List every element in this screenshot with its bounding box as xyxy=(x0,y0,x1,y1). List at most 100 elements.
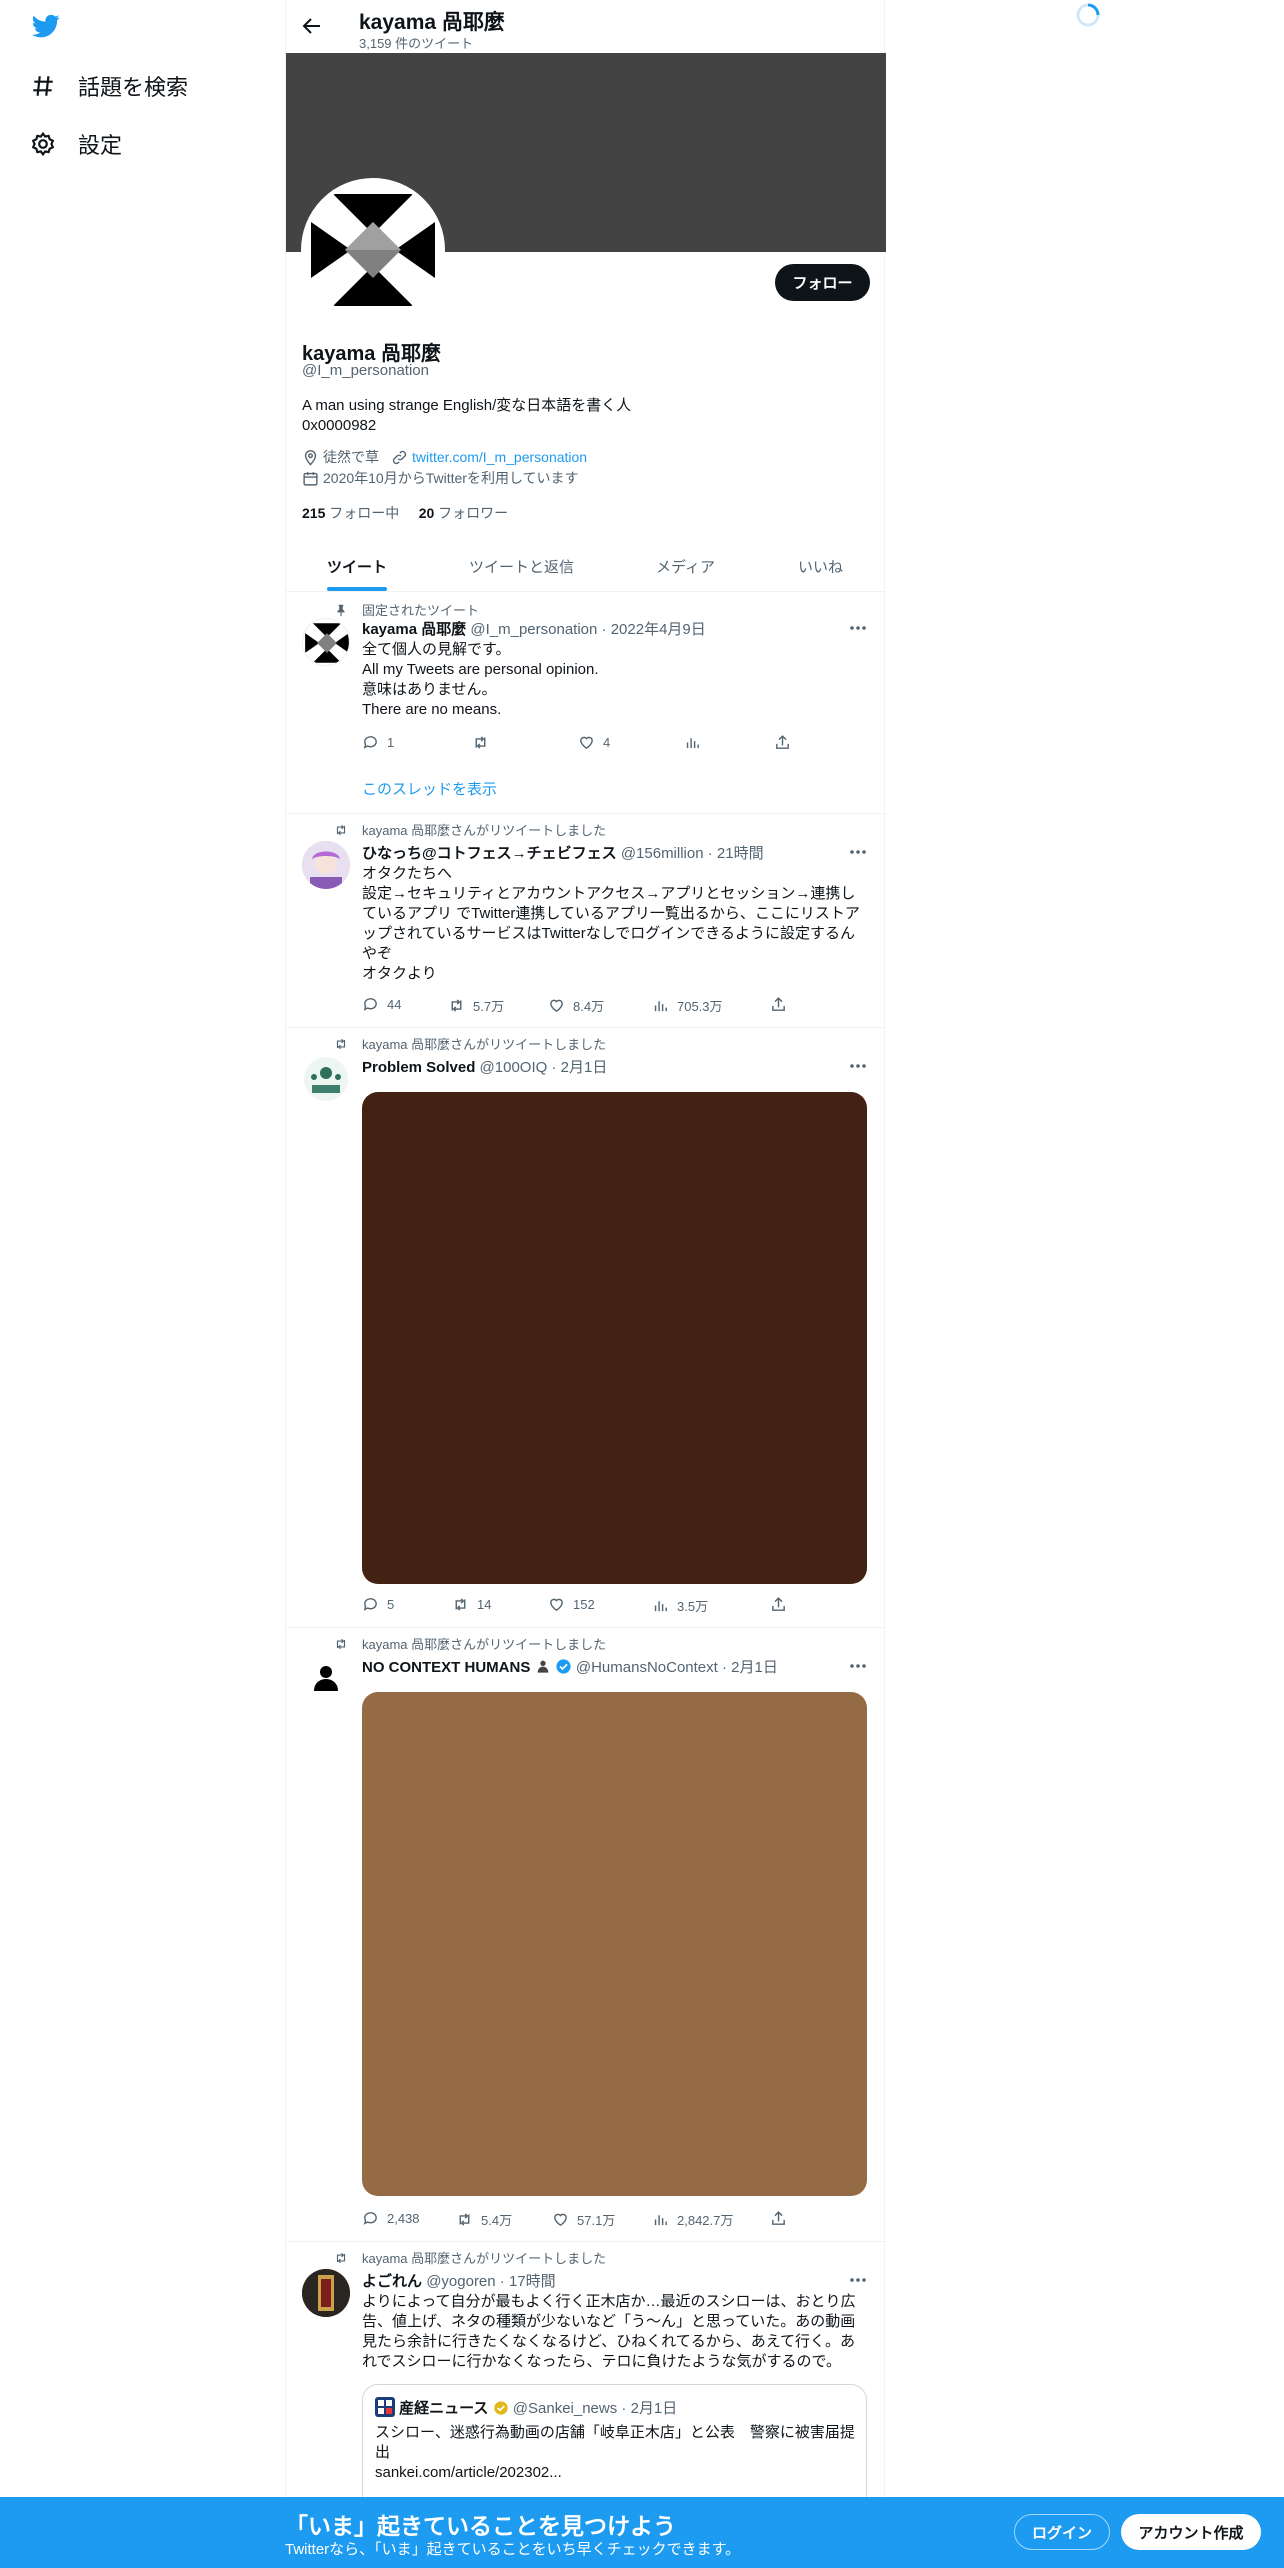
like-button[interactable]: 57.1万 xyxy=(552,2210,615,2229)
avatar[interactable] xyxy=(302,1055,350,1103)
tweet-retweet[interactable]: kayama 咼耶麼さんがリツイートしました ひなっち@コトフェス→チェビフェス… xyxy=(286,814,886,1028)
tweet-retweet[interactable]: kayama 咼耶麼さんがリツイートしました Problem Solved @1… xyxy=(286,1028,886,1628)
more-options-icon[interactable] xyxy=(848,1056,868,1076)
tweet-media[interactable] xyxy=(362,1692,867,2196)
reply-button[interactable]: 2,438 xyxy=(362,2210,420,2227)
share-button[interactable] xyxy=(770,996,787,1013)
signup-bottom-bar: 「いま」起きていることを見つけよう Twitterなら、「いま」起きていることを… xyxy=(0,2497,1284,2568)
tweet-text-line: 意味はありません。 xyxy=(362,681,497,698)
tweet-actions: 1 4 xyxy=(362,734,802,754)
more-options-icon[interactable] xyxy=(848,618,868,638)
tweet-context: kayama 咼耶麼さんがリツイートしました xyxy=(336,1634,606,1653)
tweet-author-name[interactable]: ひなっち@コトフェス→チェビフェス xyxy=(362,845,617,862)
tweet-author-name[interactable]: kayama 咼耶麼 xyxy=(362,621,466,638)
like-count: 152 xyxy=(573,1597,595,1612)
like-button[interactable]: 4 xyxy=(578,734,610,751)
heart-icon xyxy=(580,736,593,750)
views-button[interactable] xyxy=(684,734,709,751)
profile-avatar[interactable] xyxy=(301,178,445,322)
nav-explore[interactable]: 話題を検索 xyxy=(30,66,188,106)
following-link[interactable]: 215 フォロー中 xyxy=(302,505,399,521)
views-button[interactable]: 2,842.7万 xyxy=(652,2210,733,2229)
like-button[interactable]: 152 xyxy=(548,1596,595,1613)
tweet-header: kayama 咼耶麼 @I_m_personation · 2022年4月9日 xyxy=(362,618,706,639)
tweet-author-handle[interactable]: @100OIQ xyxy=(480,1059,548,1076)
retweet-button[interactable] xyxy=(472,734,497,751)
tweet-pinned[interactable]: 固定されたツイート kayama 咼耶麼 @I_m_personation · … xyxy=(286,592,886,814)
retweet-button[interactable]: 5.4万 xyxy=(456,2210,512,2229)
followers-link[interactable]: 20 フォロワー xyxy=(419,505,508,521)
tab-tweets-and-replies[interactable]: ツイートと返信 xyxy=(469,540,574,592)
like-count: 8.4万 xyxy=(573,999,605,1014)
follow-button[interactable]: フォロー xyxy=(775,264,870,301)
more-options-icon[interactable] xyxy=(848,1656,868,1676)
tweet-header: ひなっち@コトフェス→チェビフェス @156million · 21時間 xyxy=(362,842,764,863)
tab-likes[interactable]: いいね xyxy=(798,540,843,592)
tab-media[interactable]: メディア xyxy=(656,540,715,592)
tweet-author-name[interactable]: Problem Solved xyxy=(362,1059,475,1076)
verified-gold-badge-icon xyxy=(493,2401,508,2415)
show-thread-link[interactable]: このスレッドを表示 xyxy=(362,778,497,799)
retweet-icon xyxy=(451,999,462,1012)
profile-handle: @I_m_personation xyxy=(302,362,429,379)
back-arrow-icon[interactable] xyxy=(300,14,324,38)
tweet-author-handle[interactable]: @yogoren xyxy=(426,2273,495,2290)
retweet-button[interactable]: 14 xyxy=(452,1596,491,1613)
retweet-button[interactable]: 5.7万 xyxy=(448,996,504,1015)
share-button[interactable] xyxy=(770,1596,787,1613)
tweet-header: Problem Solved @100OIQ · 2月1日 xyxy=(362,1056,607,1077)
tweet-time[interactable]: · 21時間 xyxy=(708,845,764,862)
more-options-icon[interactable] xyxy=(848,2270,868,2290)
avatar[interactable] xyxy=(302,1655,350,1703)
tweet-text: 全て個人の見解です。 All my Tweets are personal op… xyxy=(362,640,867,720)
tweet-author-name[interactable]: よごれん xyxy=(362,2273,422,2290)
tweet-context: kayama 咼耶麼さんがリツイートしました xyxy=(336,2248,607,2267)
tweet-time[interactable]: · 2022年4月9日 xyxy=(602,621,706,638)
tweet-actions: 2,438 5.4万 57.1万 2,842.7万 xyxy=(362,2210,802,2230)
avatar[interactable] xyxy=(302,618,350,666)
twitter-logo-icon[interactable] xyxy=(30,12,66,44)
reply-count: 2,438 xyxy=(387,2211,420,2226)
tweet-text-line: オタクより xyxy=(362,965,437,982)
tweet-time[interactable]: · 17時間 xyxy=(500,2273,556,2290)
tweet-context-label: kayama 咼耶麼さんがリツイートしました xyxy=(362,2251,607,2266)
reply-button[interactable]: 5 xyxy=(362,1596,394,1613)
share-button[interactable] xyxy=(774,734,791,751)
left-navigation: 話題を検索 設定 xyxy=(0,0,285,2568)
analytics-icon xyxy=(654,1601,667,1612)
tweet-time[interactable]: · 2月1日 xyxy=(551,1059,607,1076)
quote-author-handle: @Sankei_news xyxy=(512,2400,618,2417)
tweet-text-line: よりによって自分が最もよく行く正木店か…最近のスシローは、おとり広 xyxy=(362,2293,856,2310)
quote-link[interactable]: sankei.com/article/202302... xyxy=(375,2463,855,2483)
view-count: 2,842.7万 xyxy=(677,2213,734,2228)
reply-button[interactable]: 1 xyxy=(362,734,394,751)
tweet-time[interactable]: · 2月1日 xyxy=(722,1659,778,1676)
more-options-icon[interactable] xyxy=(848,842,868,862)
tab-tweets[interactable]: ツイート xyxy=(327,540,387,592)
like-button[interactable]: 8.4万 xyxy=(548,996,604,1015)
tweet-media[interactable] xyxy=(362,1092,867,1584)
tweet-author-handle[interactable]: @156million xyxy=(621,845,704,862)
signup-button[interactable]: アカウント作成 xyxy=(1121,2514,1261,2550)
profile-joined: 2020年10月からTwitterを利用しています xyxy=(323,470,579,486)
tweet-author-name[interactable]: NO CONTEXT HUMANS xyxy=(362,1659,530,1676)
share-button[interactable] xyxy=(770,2210,787,2227)
nav-settings[interactable]: 設定 xyxy=(30,124,122,164)
quote-time: · 2月1日 xyxy=(621,2400,678,2417)
avatar[interactable] xyxy=(302,841,350,889)
tweet-author-handle[interactable]: @HumansNoContext xyxy=(576,1659,718,1676)
tweet-author-handle[interactable]: @I_m_personation xyxy=(470,621,597,638)
profile-website-link[interactable]: twitter.com/I_m_personation xyxy=(412,449,587,465)
views-button[interactable]: 3.5万 xyxy=(652,1596,708,1615)
views-button[interactable]: 705.3万 xyxy=(652,996,723,1015)
avatar[interactable] xyxy=(302,2269,350,2317)
link-icon xyxy=(392,450,407,464)
login-button[interactable]: ログイン xyxy=(1014,2514,1110,2550)
tweet-context-label: 固定されたツイート xyxy=(362,603,480,618)
retweet-count: 5.7万 xyxy=(473,999,505,1014)
reply-button[interactable]: 44 xyxy=(362,996,401,1013)
tweet-text: よりによって自分が最もよく行く正木店か…最近のスシローは、おとり広 告、値上げ、… xyxy=(362,2292,867,2372)
profile-bio: A man using strange English/変な日本語を書く人 0x… xyxy=(302,396,631,436)
tweet-retweet[interactable]: kayama 咼耶麼さんがリツイートしました NO CONTEXT HUMANS… xyxy=(286,1628,886,2242)
followers-count: 20 xyxy=(418,505,435,521)
